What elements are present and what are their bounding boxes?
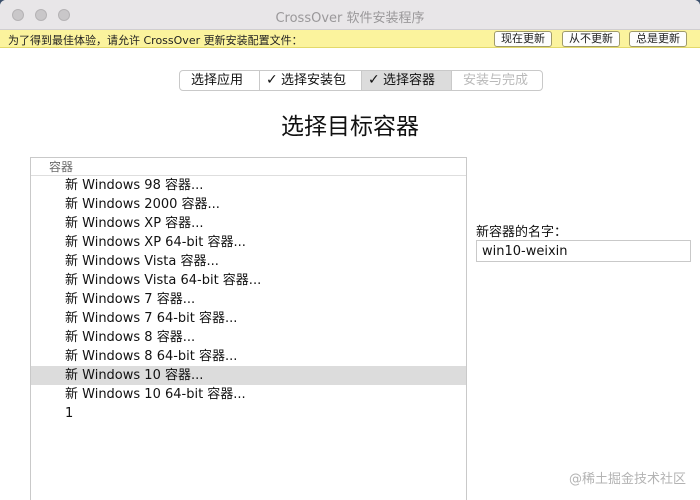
step-select-app[interactable]: 选择应用 bbox=[180, 71, 260, 90]
list-item[interactable]: 新 Windows 10 64-bit 容器... bbox=[31, 385, 466, 404]
page-title: 选择目标容器 bbox=[281, 114, 419, 140]
list-column-header: 容器 bbox=[31, 158, 466, 176]
installer-window: CrossOver 软件安装程序 为了得到最佳体验，请允许 CrossOver … bbox=[0, 0, 700, 500]
list-item[interactable]: 1 bbox=[31, 404, 466, 423]
step-label: 选择应用 bbox=[191, 73, 244, 88]
list-item[interactable]: 新 Windows XP 64-bit 容器... bbox=[31, 233, 466, 252]
container-list[interactable]: 容器 新 Windows 98 容器... 新 Windows 2000 容器..… bbox=[30, 157, 467, 500]
window-title: CrossOver 软件安装程序 bbox=[275, 11, 425, 26]
container-name-input[interactable] bbox=[476, 240, 691, 262]
step-select-package[interactable]: ✓ 选择安装包 bbox=[260, 71, 362, 90]
update-notice-text: 为了得到最佳体验，请允许 CrossOver 更新安装配置文件： bbox=[8, 34, 303, 47]
list-item[interactable]: 新 Windows 2000 容器... bbox=[31, 195, 466, 214]
step-tabs: 选择应用 ✓ 选择安装包 ✓ 选择容器 安装与完成 bbox=[179, 70, 543, 91]
step-label: 安装与完成 bbox=[463, 73, 529, 88]
list-item[interactable]: 新 Windows 98 容器... bbox=[31, 176, 466, 195]
list-item[interactable]: 新 Windows Vista 64-bit 容器... bbox=[31, 271, 466, 290]
checkmark-icon: ✓ bbox=[368, 72, 380, 88]
update-notice-bar: 为了得到最佳体验，请允许 CrossOver 更新安装配置文件： 现在更新 从不… bbox=[0, 30, 700, 48]
list-item[interactable]: 新 Windows 7 容器... bbox=[31, 290, 466, 309]
list-item[interactable]: 新 Windows 8 容器... bbox=[31, 328, 466, 347]
list-item[interactable]: 新 Windows Vista 容器... bbox=[31, 252, 466, 271]
list-item[interactable]: 新 Windows XP 容器... bbox=[31, 214, 466, 233]
checkmark-icon: ✓ bbox=[266, 72, 278, 88]
step-select-container[interactable]: ✓ 选择容器 bbox=[362, 71, 452, 90]
list-item[interactable]: 新 Windows 10 容器... bbox=[31, 366, 466, 385]
list-item[interactable]: 新 Windows 7 64-bit 容器... bbox=[31, 309, 466, 328]
watermark: @稀土掘金技术社区 bbox=[568, 472, 686, 487]
container-list-rows: 新 Windows 98 容器... 新 Windows 2000 容器... 新 … bbox=[31, 176, 466, 423]
step-label: 选择容器 bbox=[383, 73, 436, 88]
update-now-button[interactable]: 现在更新 bbox=[494, 31, 552, 47]
step-label: 选择安装包 bbox=[281, 73, 347, 88]
step-install-finish: 安装与完成 bbox=[452, 71, 542, 90]
always-update-button[interactable]: 总是更新 bbox=[629, 31, 687, 47]
never-update-button[interactable]: 从不更新 bbox=[562, 31, 620, 47]
container-name-label: 新容器的名字： bbox=[476, 225, 568, 240]
title-bar: CrossOver 软件安装程序 bbox=[0, 0, 700, 30]
list-item[interactable]: 新 Windows 8 64-bit 容器... bbox=[31, 347, 466, 366]
